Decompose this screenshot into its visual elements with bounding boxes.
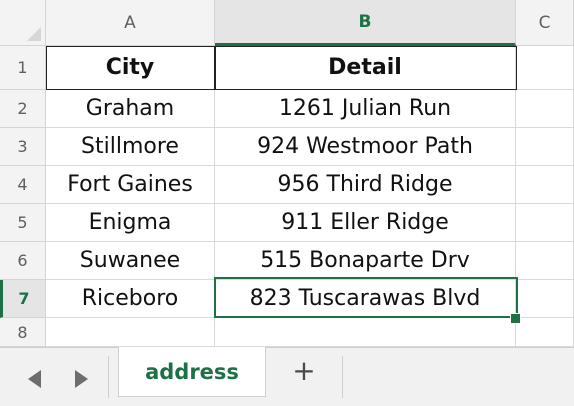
fill-handle[interactable] (510, 313, 521, 324)
cell-c3[interactable] (516, 128, 574, 166)
cell-detail[interactable]: 956 Third Ridge (215, 166, 516, 204)
cell-detail[interactable]: 515 Bonaparte Drv (215, 242, 516, 280)
cell-c8[interactable] (516, 318, 574, 347)
cell-city[interactable]: Riceboro (46, 280, 215, 318)
cell-c5[interactable] (516, 204, 574, 242)
plus-icon[interactable]: + (290, 357, 318, 385)
cell-a8[interactable] (46, 318, 215, 347)
cell-city[interactable]: Graham (46, 90, 215, 128)
column-header-c[interactable]: C (516, 0, 574, 46)
cell-detail[interactable]: 911 Eller Ridge (215, 204, 516, 242)
cell-city[interactable]: Enigma (46, 204, 215, 242)
row-header-1[interactable]: 1 (0, 46, 46, 90)
header-cell-city[interactable]: City (46, 46, 215, 90)
column-header-b[interactable]: B (215, 0, 516, 46)
spreadsheet-grid[interactable]: A B C 1 2 3 4 5 6 7 8 City Detail Graham… (0, 0, 574, 347)
cell-c1[interactable] (516, 46, 574, 90)
row-header-2[interactable]: 2 (0, 90, 46, 128)
cell-c6[interactable] (516, 242, 574, 280)
select-all-corner[interactable] (0, 0, 46, 46)
row-header-6[interactable]: 6 (0, 242, 46, 280)
cell-detail[interactable]: 924 Westmoor Path (215, 128, 516, 166)
row-header-4[interactable]: 4 (0, 166, 46, 204)
column-header-a[interactable]: A (46, 0, 215, 46)
row-header-7[interactable]: 7 (0, 280, 46, 318)
tab-divider (342, 356, 343, 398)
cell-detail[interactable]: 1261 Julian Run (215, 90, 516, 128)
triangle-left-icon[interactable] (28, 370, 41, 388)
row-header-3[interactable]: 3 (0, 128, 46, 166)
corner-triangle-icon (27, 27, 41, 41)
cell-c2[interactable] (516, 90, 574, 128)
cell-city[interactable]: Stillmore (46, 128, 215, 166)
cell-c7[interactable] (516, 280, 574, 318)
tab-divider (108, 356, 109, 398)
header-cell-detail[interactable]: Detail (215, 46, 516, 90)
row-header-5[interactable]: 5 (0, 204, 46, 242)
header-column-divider (214, 46, 216, 90)
cell-city[interactable]: Suwanee (46, 242, 215, 280)
row-header-8[interactable]: 8 (0, 318, 46, 347)
triangle-right-icon[interactable] (75, 370, 88, 388)
cell-detail-selected[interactable]: 823 Tuscarawas Blvd (215, 280, 516, 318)
cell-city[interactable]: Fort Gaines (46, 166, 215, 204)
cell-b8[interactable] (215, 318, 516, 347)
sheet-tab-address[interactable]: address (118, 347, 266, 397)
sheet-tab-bar: address + (0, 347, 574, 406)
cell-c4[interactable] (516, 166, 574, 204)
